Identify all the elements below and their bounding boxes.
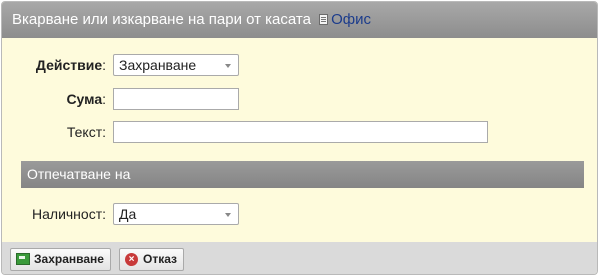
dialog-title: Вкарване или изкарване на пари от касата bbox=[12, 11, 311, 28]
amount-label: Сума: bbox=[66, 91, 106, 107]
cash-register-icon bbox=[16, 253, 30, 265]
office-link[interactable]: Офис bbox=[331, 11, 371, 28]
availability-select-value: Да bbox=[119, 206, 137, 222]
cancel-button[interactable]: × Отказ bbox=[119, 248, 185, 271]
save-button[interactable]: Захранване bbox=[10, 248, 111, 271]
availability-label: Наличност: bbox=[32, 206, 106, 222]
action-select[interactable]: Захранване bbox=[113, 54, 239, 76]
dialog-titlebar: Вкарване или изкарване на пари от касата… bbox=[2, 2, 597, 38]
action-row: Действие: bbox=[2, 53, 106, 77]
amount-row: Сума: bbox=[2, 87, 106, 111]
chevron-down-icon bbox=[225, 213, 231, 217]
action-label: Действие: bbox=[35, 57, 106, 73]
action-select-value: Захранване bbox=[119, 57, 197, 73]
dialog-footer: Захранване × Отказ bbox=[2, 242, 597, 274]
amount-input[interactable] bbox=[113, 88, 239, 110]
cancel-button-label: Отказ bbox=[143, 252, 178, 266]
text-row: Текст: bbox=[2, 120, 106, 144]
text-input[interactable] bbox=[113, 121, 488, 143]
document-icon bbox=[319, 14, 329, 25]
save-button-label: Захранване bbox=[34, 252, 104, 266]
print-section-header: Отпечатване на bbox=[21, 161, 584, 188]
close-icon: × bbox=[125, 253, 138, 266]
cash-dialog: Вкарване или изкарване на пари от касата… bbox=[1, 1, 598, 275]
availability-select[interactable]: Да bbox=[113, 203, 239, 225]
chevron-down-icon bbox=[225, 64, 231, 68]
text-label: Текст: bbox=[66, 124, 106, 140]
availability-row: Наличност: bbox=[2, 202, 106, 226]
